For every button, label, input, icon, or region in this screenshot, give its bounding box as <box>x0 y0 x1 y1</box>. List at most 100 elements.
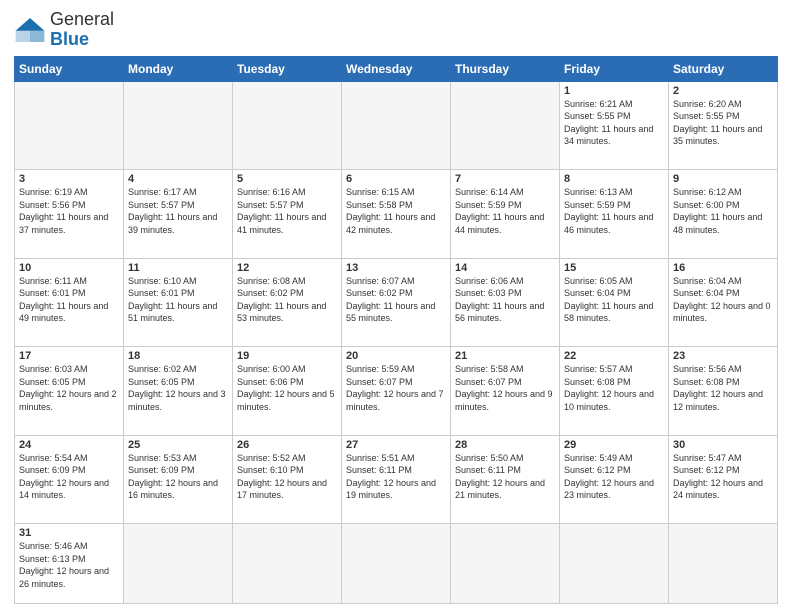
day-info: Sunrise: 6:05 AM Sunset: 6:04 PM Dayligh… <box>564 275 664 325</box>
day-info: Sunrise: 5:52 AM Sunset: 6:10 PM Dayligh… <box>237 452 337 502</box>
day-number: 4 <box>128 173 228 185</box>
col-wednesday: Wednesday <box>342 56 451 81</box>
calendar-cell: 9Sunrise: 6:12 AM Sunset: 6:00 PM Daylig… <box>669 170 778 259</box>
calendar-cell: 15Sunrise: 6:05 AM Sunset: 6:04 PM Dayli… <box>560 258 669 347</box>
day-info: Sunrise: 6:12 AM Sunset: 6:00 PM Dayligh… <box>673 186 773 236</box>
calendar-cell: 6Sunrise: 6:15 AM Sunset: 5:58 PM Daylig… <box>342 170 451 259</box>
day-number: 17 <box>19 350 119 362</box>
logo-text: General Blue <box>50 10 114 50</box>
day-number: 6 <box>346 173 446 185</box>
day-info: Sunrise: 5:58 AM Sunset: 6:07 PM Dayligh… <box>455 363 555 413</box>
calendar-cell: 4Sunrise: 6:17 AM Sunset: 5:57 PM Daylig… <box>124 170 233 259</box>
day-number: 24 <box>19 439 119 451</box>
day-number: 20 <box>346 350 446 362</box>
day-info: Sunrise: 6:20 AM Sunset: 5:55 PM Dayligh… <box>673 98 773 148</box>
day-number: 1 <box>564 85 664 97</box>
day-number: 22 <box>564 350 664 362</box>
col-tuesday: Tuesday <box>233 56 342 81</box>
day-info: Sunrise: 6:03 AM Sunset: 6:05 PM Dayligh… <box>19 363 119 413</box>
col-friday: Friday <box>560 56 669 81</box>
day-number: 19 <box>237 350 337 362</box>
day-number: 3 <box>19 173 119 185</box>
calendar: Sunday Monday Tuesday Wednesday Thursday… <box>14 56 778 604</box>
calendar-cell: 19Sunrise: 6:00 AM Sunset: 6:06 PM Dayli… <box>233 347 342 436</box>
day-info: Sunrise: 5:46 AM Sunset: 6:13 PM Dayligh… <box>19 540 119 590</box>
day-info: Sunrise: 6:15 AM Sunset: 5:58 PM Dayligh… <box>346 186 446 236</box>
day-info: Sunrise: 6:16 AM Sunset: 5:57 PM Dayligh… <box>237 186 337 236</box>
calendar-cell <box>669 524 778 604</box>
calendar-cell: 28Sunrise: 5:50 AM Sunset: 6:11 PM Dayli… <box>451 435 560 524</box>
calendar-cell: 14Sunrise: 6:06 AM Sunset: 6:03 PM Dayli… <box>451 258 560 347</box>
calendar-cell <box>342 81 451 170</box>
col-thursday: Thursday <box>451 56 560 81</box>
calendar-cell <box>451 524 560 604</box>
calendar-cell: 25Sunrise: 5:53 AM Sunset: 6:09 PM Dayli… <box>124 435 233 524</box>
day-info: Sunrise: 6:13 AM Sunset: 5:59 PM Dayligh… <box>564 186 664 236</box>
day-info: Sunrise: 5:51 AM Sunset: 6:11 PM Dayligh… <box>346 452 446 502</box>
calendar-cell <box>342 524 451 604</box>
calendar-cell: 1Sunrise: 6:21 AM Sunset: 5:55 PM Daylig… <box>560 81 669 170</box>
col-saturday: Saturday <box>669 56 778 81</box>
calendar-week-row: 31Sunrise: 5:46 AM Sunset: 6:13 PM Dayli… <box>15 524 778 604</box>
day-number: 26 <box>237 439 337 451</box>
calendar-cell <box>124 81 233 170</box>
calendar-week-row: 17Sunrise: 6:03 AM Sunset: 6:05 PM Dayli… <box>15 347 778 436</box>
calendar-week-row: 3Sunrise: 6:19 AM Sunset: 5:56 PM Daylig… <box>15 170 778 259</box>
calendar-week-row: 1Sunrise: 6:21 AM Sunset: 5:55 PM Daylig… <box>15 81 778 170</box>
calendar-cell: 3Sunrise: 6:19 AM Sunset: 5:56 PM Daylig… <box>15 170 124 259</box>
calendar-cell <box>560 524 669 604</box>
calendar-header-row: Sunday Monday Tuesday Wednesday Thursday… <box>15 56 778 81</box>
day-info: Sunrise: 6:04 AM Sunset: 6:04 PM Dayligh… <box>673 275 773 325</box>
day-info: Sunrise: 6:07 AM Sunset: 6:02 PM Dayligh… <box>346 275 446 325</box>
col-monday: Monday <box>124 56 233 81</box>
logo-blue: Blue <box>50 29 89 49</box>
calendar-week-row: 24Sunrise: 5:54 AM Sunset: 6:09 PM Dayli… <box>15 435 778 524</box>
day-number: 8 <box>564 173 664 185</box>
day-number: 15 <box>564 262 664 274</box>
calendar-cell: 29Sunrise: 5:49 AM Sunset: 6:12 PM Dayli… <box>560 435 669 524</box>
day-number: 28 <box>455 439 555 451</box>
day-number: 11 <box>128 262 228 274</box>
day-number: 14 <box>455 262 555 274</box>
calendar-cell: 17Sunrise: 6:03 AM Sunset: 6:05 PM Dayli… <box>15 347 124 436</box>
calendar-cell: 12Sunrise: 6:08 AM Sunset: 6:02 PM Dayli… <box>233 258 342 347</box>
page: General Blue Sunday Monday Tuesday Wedne… <box>0 0 792 612</box>
day-number: 18 <box>128 350 228 362</box>
calendar-cell <box>233 81 342 170</box>
day-number: 29 <box>564 439 664 451</box>
calendar-cell: 5Sunrise: 6:16 AM Sunset: 5:57 PM Daylig… <box>233 170 342 259</box>
logo-general: General <box>50 9 114 29</box>
day-number: 12 <box>237 262 337 274</box>
day-number: 2 <box>673 85 773 97</box>
day-info: Sunrise: 6:19 AM Sunset: 5:56 PM Dayligh… <box>19 186 119 236</box>
calendar-cell: 23Sunrise: 5:56 AM Sunset: 6:08 PM Dayli… <box>669 347 778 436</box>
day-number: 16 <box>673 262 773 274</box>
day-number: 27 <box>346 439 446 451</box>
day-number: 31 <box>19 527 119 539</box>
day-number: 7 <box>455 173 555 185</box>
day-number: 30 <box>673 439 773 451</box>
day-info: Sunrise: 5:53 AM Sunset: 6:09 PM Dayligh… <box>128 452 228 502</box>
day-info: Sunrise: 6:10 AM Sunset: 6:01 PM Dayligh… <box>128 275 228 325</box>
day-number: 23 <box>673 350 773 362</box>
calendar-cell: 18Sunrise: 6:02 AM Sunset: 6:05 PM Dayli… <box>124 347 233 436</box>
calendar-cell: 11Sunrise: 6:10 AM Sunset: 6:01 PM Dayli… <box>124 258 233 347</box>
day-info: Sunrise: 6:11 AM Sunset: 6:01 PM Dayligh… <box>19 275 119 325</box>
header: General Blue <box>14 10 778 50</box>
day-info: Sunrise: 5:57 AM Sunset: 6:08 PM Dayligh… <box>564 363 664 413</box>
day-number: 10 <box>19 262 119 274</box>
calendar-cell: 21Sunrise: 5:58 AM Sunset: 6:07 PM Dayli… <box>451 347 560 436</box>
generalblue-icon <box>14 16 46 44</box>
calendar-cell: 27Sunrise: 5:51 AM Sunset: 6:11 PM Dayli… <box>342 435 451 524</box>
day-info: Sunrise: 5:59 AM Sunset: 6:07 PM Dayligh… <box>346 363 446 413</box>
day-info: Sunrise: 5:47 AM Sunset: 6:12 PM Dayligh… <box>673 452 773 502</box>
calendar-cell: 13Sunrise: 6:07 AM Sunset: 6:02 PM Dayli… <box>342 258 451 347</box>
day-number: 9 <box>673 173 773 185</box>
calendar-cell: 16Sunrise: 6:04 AM Sunset: 6:04 PM Dayli… <box>669 258 778 347</box>
day-info: Sunrise: 5:49 AM Sunset: 6:12 PM Dayligh… <box>564 452 664 502</box>
calendar-cell: 30Sunrise: 5:47 AM Sunset: 6:12 PM Dayli… <box>669 435 778 524</box>
calendar-cell: 2Sunrise: 6:20 AM Sunset: 5:55 PM Daylig… <box>669 81 778 170</box>
calendar-cell <box>15 81 124 170</box>
day-info: Sunrise: 6:17 AM Sunset: 5:57 PM Dayligh… <box>128 186 228 236</box>
day-info: Sunrise: 5:54 AM Sunset: 6:09 PM Dayligh… <box>19 452 119 502</box>
